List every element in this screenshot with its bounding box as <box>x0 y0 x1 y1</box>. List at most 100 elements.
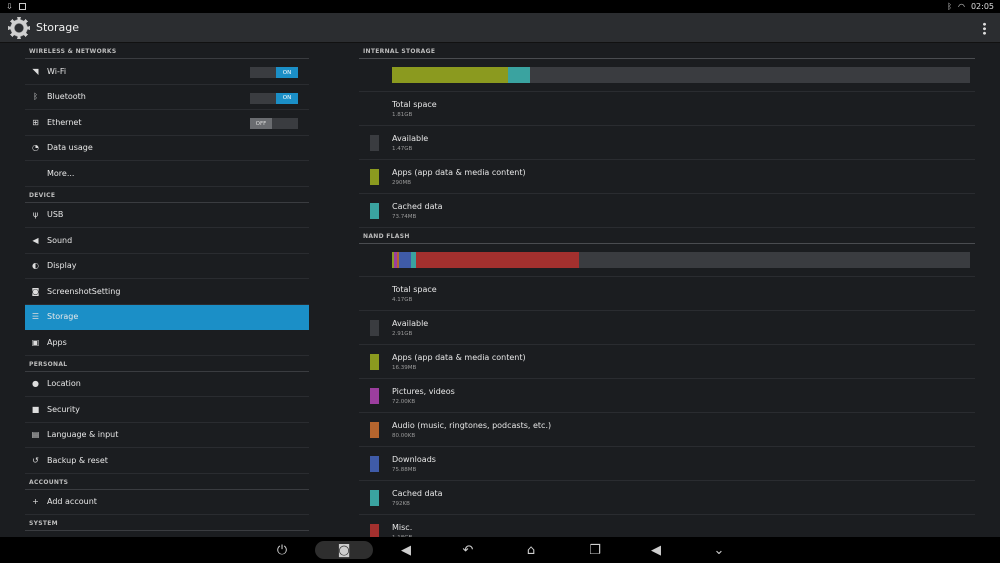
storage-row-name: Available <box>392 133 429 143</box>
color-swatch <box>370 387 379 404</box>
storage-row-value: 72.00KB <box>392 398 416 405</box>
nav-item-location[interactable]: ● Location <box>25 372 309 397</box>
storage-row[interactable]: Cached data 792KB <box>359 481 975 515</box>
nav-item-language[interactable]: ▤ Language & input <box>25 423 309 448</box>
storage-row[interactable]: Pictures, videos 72.00KB <box>359 379 975 413</box>
overflow-menu-icon[interactable] <box>983 22 986 35</box>
nav-item-apps[interactable]: ▣ Apps <box>25 330 309 356</box>
category-personal: PERSONAL <box>25 356 309 372</box>
nav-item-security[interactable]: ■ Security <box>25 397 309 423</box>
nav-label: Display <box>47 261 77 271</box>
nav-item-data-usage[interactable]: ◔ Data usage <box>25 136 309 161</box>
nav-label: Location <box>47 379 81 389</box>
color-swatch <box>370 319 379 336</box>
storage-row-value: 1.81GB <box>392 111 413 118</box>
download-icon: ⇩ <box>6 2 13 11</box>
storage-row[interactable]: Cached data 73.74MB <box>359 194 975 228</box>
storage-row-name: Misc. <box>392 522 413 532</box>
screenshot-button[interactable]: ◙ <box>315 541 373 559</box>
color-swatch <box>370 455 379 472</box>
recent-apps-icon[interactable]: ❐ <box>580 541 610 559</box>
nav-item-screenshot[interactable]: ◙ ScreenshotSetting <box>25 279 309 305</box>
category-system: SYSTEM <box>25 515 309 531</box>
internal-usage-bar-row <box>359 59 975 92</box>
nav-item-bluetooth[interactable]: ᛒ Bluetooth ON <box>25 85 309 110</box>
bluetooth-toggle[interactable]: ON <box>250 92 298 104</box>
action-bar: Storage <box>0 13 1000 43</box>
wifi-toggle[interactable]: ON <box>250 67 298 78</box>
nav-item-backup[interactable]: ↺ Backup & reset <box>25 448 309 474</box>
nav-item-wifi[interactable]: ◥ Wi-Fi ON <box>25 59 309 85</box>
bluetooth-status-icon: ᛒ <box>947 2 952 11</box>
nav-label: Language & input <box>47 430 119 440</box>
storage-row-value: 73.74MB <box>392 213 417 220</box>
storage-row[interactable]: Total space 1.81GB <box>359 92 975 126</box>
settings-nav: WIRELESS & NETWORKS ◥ Wi-Fi ON ᛒ Bluetoo… <box>25 43 309 537</box>
internal-bar-segment <box>507 67 530 83</box>
home-icon[interactable]: ⌂ <box>516 541 546 559</box>
lock-icon: ■ <box>31 404 40 414</box>
data-usage-icon: ◔ <box>32 143 39 153</box>
storage-row-value: 792KB <box>392 500 410 507</box>
nav-item-ethernet[interactable]: ⊞ Ethernet OFF <box>25 110 309 136</box>
color-swatch <box>370 489 379 506</box>
nand-storage-list: Total space 4.17GB Available 2.91GB Apps (ap… <box>359 277 975 537</box>
nand-usage-bar <box>392 252 970 268</box>
internal-bar-segment <box>392 67 508 83</box>
nav-label: Data usage <box>47 143 93 153</box>
usb-icon: ψ <box>32 210 39 220</box>
color-swatch <box>370 202 379 219</box>
wifi-status-icon: ◠ <box>957 2 965 11</box>
nav-item-storage[interactable]: ☰ Storage <box>25 304 309 330</box>
nav-item-display[interactable]: ◐ Display <box>25 254 309 279</box>
storage-row-name: Audio (music, ringtones, podcasts, etc.) <box>392 420 552 430</box>
storage-row[interactable]: Misc.1.18GB <box>359 515 975 537</box>
nav-label: Apps <box>47 337 67 347</box>
storage-row[interactable]: Apps (app data & media content) 16.39MB <box>359 345 975 379</box>
nav-label: USB <box>47 210 64 220</box>
storage-row-value: 16.39MB <box>392 364 417 371</box>
nav-label: Storage <box>47 312 79 322</box>
storage-row[interactable]: Total space 4.17GB <box>359 277 975 311</box>
power-icon[interactable]: ⏻ <box>267 541 297 559</box>
nav-label: Add account <box>47 497 97 507</box>
storage-row-value: 80.00KB <box>392 432 416 439</box>
storage-row[interactable]: Apps (app data & media content) 290MB <box>359 160 975 194</box>
storage-row[interactable]: Audio (music, ringtones, podcasts, etc.)… <box>359 413 975 447</box>
storage-row-name: Downloads <box>392 454 436 464</box>
ethernet-icon: ⊞ <box>32 117 39 127</box>
nav-label: Security <box>47 404 80 414</box>
nav-item-sound[interactable]: ◀ Sound <box>25 228 309 254</box>
keyboard-icon: ▤ <box>31 430 40 440</box>
nand-bar-segment <box>415 252 579 268</box>
page-title: Storage <box>36 21 80 34</box>
storage-row-name: Total space <box>392 284 437 294</box>
color-swatch <box>370 353 379 370</box>
bluetooth-icon: ᛒ <box>33 92 38 102</box>
storage-row-value: 75.88MB <box>392 466 417 473</box>
storage-row[interactable]: Available 1.47GB <box>359 126 975 160</box>
nav-item-usb[interactable]: ψ USB <box>25 203 309 228</box>
ethernet-toggle[interactable]: OFF <box>250 118 298 129</box>
display-icon: ◐ <box>32 261 39 271</box>
storage-row[interactable]: Available 2.91GB <box>359 311 975 345</box>
color-swatch <box>370 134 379 151</box>
storage-row-value: 4.17GB <box>392 296 413 303</box>
back-icon[interactable]: ↶ <box>453 541 483 559</box>
collapse-icon[interactable]: ⌄ <box>704 541 734 559</box>
nav-label: ScreenshotSetting <box>47 286 121 296</box>
settings-gear-icon[interactable] <box>8 16 30 39</box>
apps-icon: ▣ <box>31 337 40 347</box>
category-device: DEVICE <box>25 187 309 203</box>
nand-bar-segment <box>399 252 412 268</box>
nav-item-more[interactable]: More... <box>25 161 309 187</box>
location-pin-icon: ● <box>32 379 39 389</box>
toggle-text: ON <box>276 92 298 104</box>
storage-row[interactable]: Downloads 75.88MB <box>359 447 975 481</box>
storage-row-value: 2.91GB <box>392 330 413 337</box>
volume-up-icon[interactable]: ◀ <box>641 541 671 559</box>
nav-item-add-account[interactable]: + Add account <box>25 490 309 515</box>
volume-down-icon[interactable]: ◀ <box>391 541 421 559</box>
nav-label: More... <box>47 168 75 178</box>
nav-label: Sound <box>47 235 73 245</box>
